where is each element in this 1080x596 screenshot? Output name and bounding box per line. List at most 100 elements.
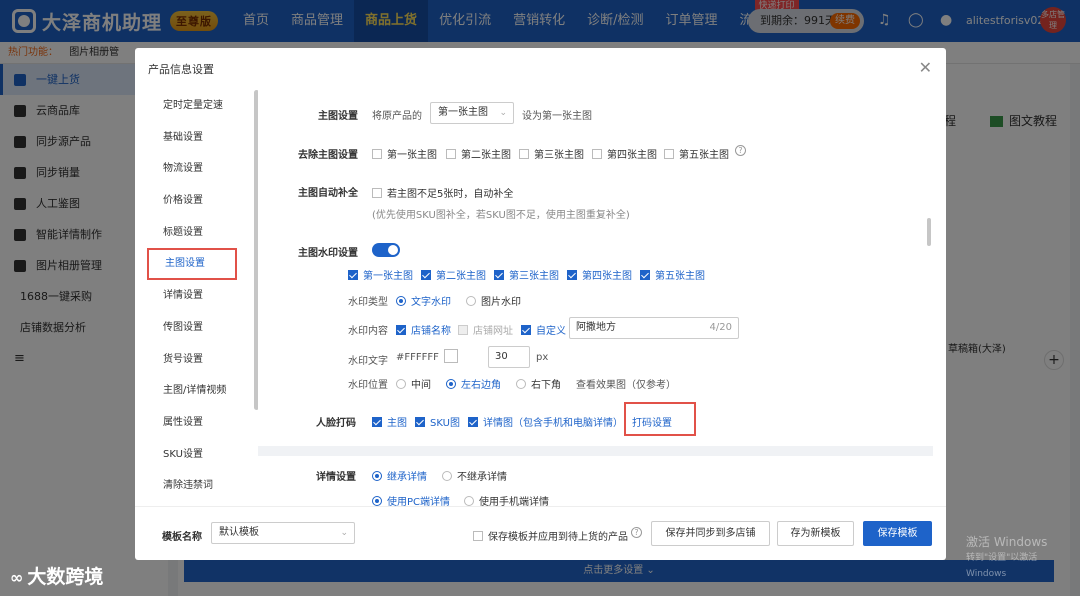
remove-main-4-checkbox[interactable]: 第四张主图 bbox=[592, 146, 657, 161]
custom-watermark-input[interactable]: 阿撒地方 4/20 bbox=[569, 317, 739, 339]
main-image-label: 主图设置 bbox=[318, 111, 358, 122]
checkbox-label: 第四张主图 bbox=[607, 150, 657, 161]
font-unit: px bbox=[536, 352, 549, 363]
face-code-detail-checkbox[interactable]: 详情图（包含手机和电脑详情） bbox=[468, 414, 623, 429]
mobile-detail-radio[interactable]: 使用手机端详情 bbox=[464, 493, 549, 506]
checkbox-box bbox=[519, 148, 529, 159]
auto-fill-checkbox[interactable]: 若主图不足5张时，自动补全 bbox=[372, 185, 513, 200]
template-name-label: 模板名称 bbox=[162, 532, 202, 543]
watermark-image-4-checkbox[interactable]: 第四张主图 bbox=[567, 267, 632, 282]
modal-footer: 模板名称 默认模板 ⌄ 保存模板并应用到待上货的产品 ? 保存并同步到多店铺 存为… bbox=[135, 506, 946, 560]
checkbox-label: 详情图（包含手机和电脑详情） bbox=[483, 418, 623, 429]
main-image-prefix: 将原产品的 bbox=[372, 111, 422, 122]
windows-line-1: 激活 Windows bbox=[966, 535, 1048, 549]
auto-fill-note: (优先使用SKU图补全，若SKU图不足，使用主图重复补全) bbox=[372, 210, 630, 221]
pc-detail-radio[interactable]: 使用PC端详情 bbox=[372, 493, 450, 506]
checkbox-label: 自定义 bbox=[536, 326, 566, 337]
windows-line-2: 转到"设置"以激活 Windows bbox=[966, 553, 1038, 579]
color-picker-swatch[interactable] bbox=[444, 349, 458, 363]
checkbox-label: 第五张主图 bbox=[679, 150, 729, 161]
position-bottom-right-radio[interactable]: 右下角 bbox=[516, 376, 561, 391]
inherit-detail-radio[interactable]: 继承详情 bbox=[372, 468, 427, 483]
remove-main-label: 去除主图设置 bbox=[298, 150, 358, 161]
modal-tab-schedule[interactable]: 定时定量定速 bbox=[135, 90, 257, 122]
modal-tab-logistics[interactable]: 物流设置 bbox=[135, 153, 257, 185]
apply-template-checkbox[interactable]: 保存模板并应用到待上货的产品 bbox=[473, 528, 628, 543]
content-shop-url-checkbox[interactable]: 店铺网址 bbox=[458, 322, 513, 337]
face-code-sku-checkbox[interactable]: SKU图 bbox=[415, 414, 460, 429]
help-icon[interactable]: ? bbox=[631, 527, 642, 538]
checkbox-box bbox=[521, 324, 531, 335]
watermark-image-1-checkbox[interactable]: 第一张主图 bbox=[348, 267, 413, 282]
watermark-text-label: 水印文字 bbox=[348, 356, 388, 367]
code-settings-link[interactable]: 打码设置 bbox=[632, 414, 672, 429]
modal-tab-item-number[interactable]: 货号设置 bbox=[135, 344, 257, 376]
remove-main-1-checkbox[interactable]: 第一张主图 bbox=[372, 146, 437, 161]
content-custom-checkbox[interactable]: 自定义 bbox=[521, 322, 566, 337]
radio-label: 图片水印 bbox=[481, 297, 521, 308]
checkbox-label: 店铺名称 bbox=[411, 326, 451, 337]
radio-label: 使用PC端详情 bbox=[387, 497, 451, 506]
remove-main-3-checkbox[interactable]: 第三张主图 bbox=[519, 146, 584, 161]
watermark-toggle[interactable] bbox=[372, 243, 400, 257]
checkbox-label: 第三张主图 bbox=[509, 271, 559, 282]
watermark-image-5-checkbox[interactable]: 第五张主图 bbox=[640, 267, 705, 282]
watermark-image-2-checkbox[interactable]: 第二张主图 bbox=[421, 267, 486, 282]
radio-label: 中间 bbox=[411, 380, 431, 391]
main-image-section: 主图设置 将原产品的 第一张主图 ⌄ 设为第一张主图 去除主图设置 第一张主图 第… bbox=[258, 90, 933, 446]
position-center-radio[interactable]: 中间 bbox=[396, 376, 431, 391]
radio-label: 右下角 bbox=[531, 380, 561, 391]
modal-tab-title[interactable]: 标题设置 bbox=[135, 217, 257, 249]
modal-tab-price[interactable]: 价格设置 bbox=[135, 185, 257, 217]
font-size-value: 30 bbox=[495, 351, 508, 362]
windows-activation-watermark: 激活 Windows 转到"设置"以激活 Windows bbox=[966, 534, 1080, 582]
content-scrollbar[interactable] bbox=[927, 218, 931, 246]
color-hex-text: #FFFFFF bbox=[396, 352, 439, 363]
watermark-image-3-checkbox[interactable]: 第三张主图 bbox=[494, 267, 559, 282]
remove-main-2-checkbox[interactable]: 第二张主图 bbox=[446, 146, 511, 161]
watermark-type-image-radio[interactable]: 图片水印 bbox=[466, 293, 521, 308]
radio-circle bbox=[372, 495, 382, 506]
checkbox-label: 主图 bbox=[387, 418, 407, 429]
main-image-select[interactable]: 第一张主图 ⌄ bbox=[430, 102, 514, 124]
watermark-type-text-radio[interactable]: 文字水印 bbox=[396, 293, 451, 308]
modal-tab-upload-image[interactable]: 传图设置 bbox=[135, 312, 257, 344]
checkbox-box bbox=[468, 416, 478, 427]
modal-tab-banned-words[interactable]: 清除违禁词 bbox=[135, 470, 257, 502]
watermark-label: 主图水印设置 bbox=[298, 248, 358, 259]
save-new-template-button[interactable]: 存为新模板 bbox=[777, 521, 854, 546]
checkbox-box bbox=[421, 269, 431, 280]
template-select[interactable]: 默认模板 ⌄ bbox=[211, 522, 355, 544]
content-shop-name-checkbox[interactable]: 店铺名称 bbox=[396, 322, 451, 337]
position-corner-radio[interactable]: 左右边角 bbox=[446, 376, 501, 391]
modal-tab-sku[interactable]: SKU设置 bbox=[135, 439, 257, 471]
checkbox-box bbox=[396, 324, 406, 335]
checkbox-box bbox=[664, 148, 674, 159]
checkbox-box bbox=[494, 269, 504, 280]
modal-tab-main-image[interactable]: 主图设置 bbox=[147, 248, 237, 281]
help-icon[interactable]: ? bbox=[735, 145, 746, 156]
modal-tab-detail[interactable]: 详情设置 bbox=[135, 280, 257, 312]
radio-circle bbox=[372, 470, 382, 481]
checkbox-label: SKU图 bbox=[430, 418, 460, 429]
checkbox-box bbox=[640, 269, 650, 280]
close-icon[interactable]: ✕ bbox=[919, 58, 932, 77]
settings-content: 主图设置 将原产品的 第一张主图 ⌄ 设为第一张主图 去除主图设置 第一张主图 第… bbox=[258, 90, 933, 506]
modal-tab-attributes[interactable]: 属性设置 bbox=[135, 407, 257, 439]
face-code-main-checkbox[interactable]: 主图 bbox=[372, 414, 407, 429]
checkbox-box bbox=[372, 416, 382, 427]
checkbox-label: 第一张主图 bbox=[363, 271, 413, 282]
modal-tab-basic[interactable]: 基础设置 bbox=[135, 122, 257, 154]
checkbox-box bbox=[458, 324, 468, 335]
chevron-down-icon: ⌄ bbox=[340, 528, 348, 538]
no-inherit-detail-radio[interactable]: 不继承详情 bbox=[442, 468, 507, 483]
remove-main-5-checkbox[interactable]: 第五张主图 bbox=[664, 146, 729, 161]
preview-link[interactable]: 查看效果图（仅参考） bbox=[576, 376, 676, 391]
checkbox-label: 第一张主图 bbox=[387, 150, 437, 161]
checkbox-box bbox=[592, 148, 602, 159]
font-size-input[interactable]: 30 bbox=[488, 346, 530, 368]
modal-tab-video[interactable]: 主图/详情视频 bbox=[135, 375, 257, 407]
checkbox-box bbox=[415, 416, 425, 427]
save-template-button[interactable]: 保存模板 bbox=[863, 521, 932, 546]
save-sync-button[interactable]: 保存并同步到多店铺 bbox=[651, 521, 770, 546]
